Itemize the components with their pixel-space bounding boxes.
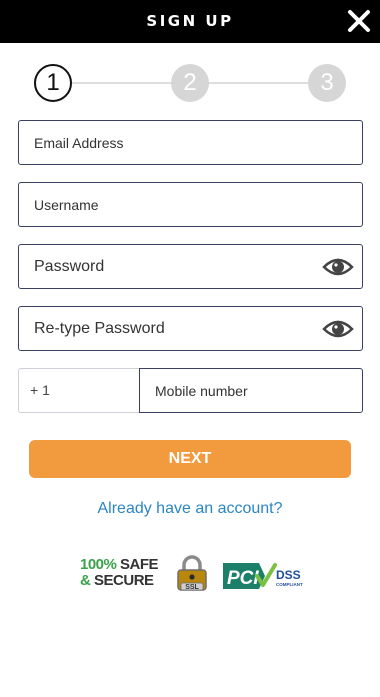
step-1-active: 1 bbox=[34, 64, 72, 102]
safe-badge-secure: SECURE bbox=[94, 572, 154, 589]
safe-secure-badge: 100% SAFE & SECURE bbox=[80, 556, 159, 589]
pci-label: PCI bbox=[227, 568, 259, 589]
email-input[interactable] bbox=[19, 121, 362, 164]
close-button[interactable] bbox=[344, 6, 374, 36]
username-input[interactable] bbox=[19, 183, 362, 226]
password-field bbox=[18, 244, 363, 289]
safe-badge-amp: & bbox=[80, 572, 91, 589]
step-connector bbox=[208, 82, 310, 84]
retype-password-input[interactable] bbox=[19, 307, 362, 350]
mobile-field bbox=[139, 368, 363, 413]
safe-badge-percent: 100% bbox=[80, 556, 117, 573]
ssl-label: SSL bbox=[185, 584, 199, 591]
phone-row: + 1 bbox=[18, 368, 363, 413]
trust-badges: 100% SAFE & SECURE SSL PCI DSS COMPLIANT bbox=[0, 552, 380, 597]
safe-badge-safe: SAFE bbox=[120, 556, 159, 573]
pci-dss-badge: PCI DSS COMPLIANT bbox=[223, 563, 303, 589]
email-field bbox=[18, 120, 363, 165]
country-code-select[interactable]: + 1 bbox=[18, 368, 140, 413]
retype-password-field bbox=[18, 306, 363, 351]
mobile-input[interactable] bbox=[140, 369, 362, 412]
header-bar: SIGN UP bbox=[0, 0, 380, 43]
eye-icon bbox=[322, 258, 354, 276]
eye-icon bbox=[322, 320, 354, 338]
login-link[interactable]: Already have an account? bbox=[0, 500, 380, 518]
username-field bbox=[18, 182, 363, 227]
next-button[interactable]: NEXT bbox=[29, 440, 351, 478]
safe-badge-line-2: & SECURE bbox=[80, 573, 158, 589]
step-indicator: 1 2 3 bbox=[0, 62, 380, 104]
dss-label: DSS bbox=[276, 568, 301, 582]
password-input[interactable] bbox=[19, 245, 362, 288]
page-title: SIGN UP bbox=[146, 12, 234, 30]
step-3: 3 bbox=[308, 64, 346, 102]
step-connector bbox=[72, 82, 172, 84]
step-2: 2 bbox=[171, 64, 209, 102]
safe-badge-line-1: 100% SAFE bbox=[80, 556, 159, 573]
compliant-label: COMPLIANT bbox=[276, 582, 303, 587]
ssl-badge: SSL bbox=[177, 555, 207, 591]
retype-password-visibility-toggle[interactable] bbox=[322, 318, 354, 340]
password-visibility-toggle[interactable] bbox=[322, 256, 354, 278]
close-icon bbox=[348, 10, 370, 32]
